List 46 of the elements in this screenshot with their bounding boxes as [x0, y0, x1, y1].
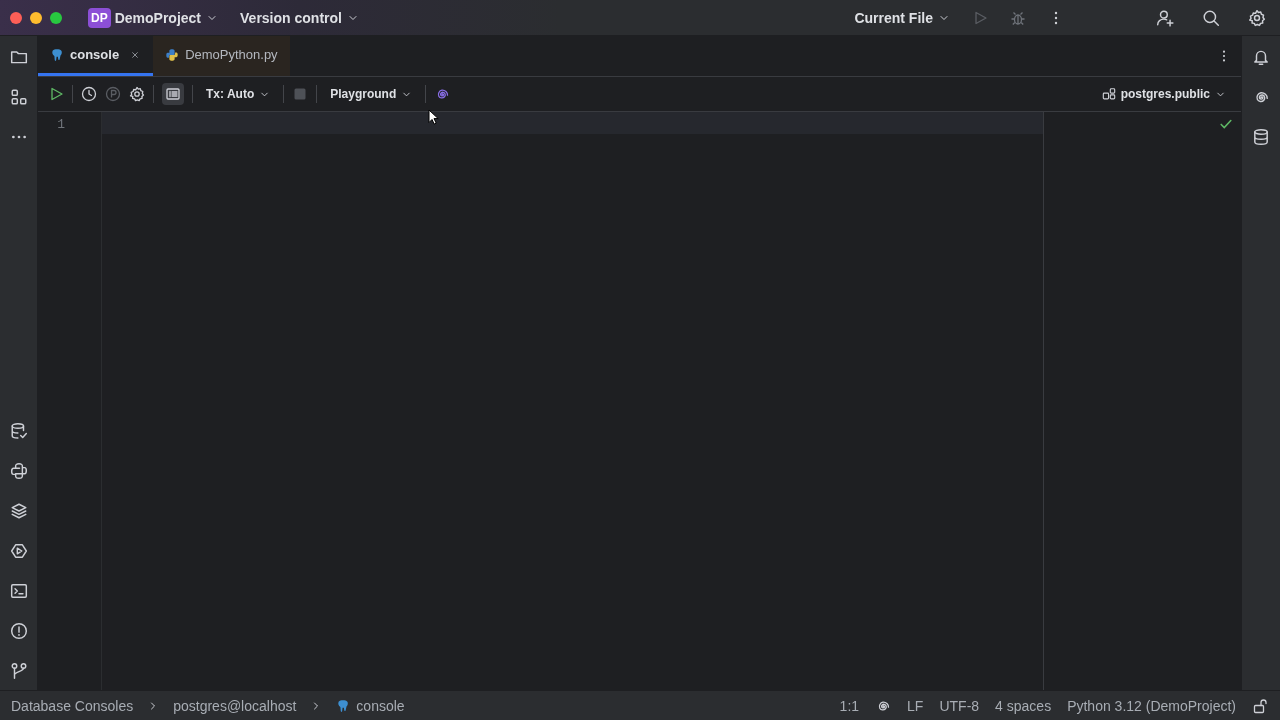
- layers-icon[interactable]: [9, 502, 28, 520]
- project-folder-icon[interactable]: [9, 48, 28, 66]
- pin-icon[interactable]: [105, 86, 121, 102]
- breadcrumb[interactable]: postgres@localhost: [173, 697, 297, 714]
- close-window-button[interactable]: [10, 11, 22, 24]
- python-icon: [165, 47, 180, 62]
- line-number: 1: [56, 117, 65, 132]
- git-branch-icon[interactable]: [9, 662, 28, 680]
- run-config-dropdown[interactable]: Current File: [848, 5, 956, 30]
- python-icon[interactable]: [9, 462, 28, 480]
- add-user-icon[interactable]: [1156, 8, 1174, 27]
- elephant-icon: [336, 698, 351, 713]
- schema-icon: [1101, 87, 1116, 101]
- services-icon[interactable]: [9, 542, 28, 560]
- database-icon[interactable]: [1252, 128, 1270, 146]
- editor-tab[interactable]: DemoPython.py: [153, 36, 290, 76]
- settings-icon[interactable]: [129, 86, 145, 102]
- project-badge: DP: [88, 7, 111, 28]
- elephant-icon: [50, 47, 64, 62]
- minimize-window-button[interactable]: [30, 11, 42, 24]
- database-check-icon[interactable]: [9, 422, 28, 440]
- panel-icon: [165, 86, 181, 102]
- breadcrumb[interactable]: console: [356, 697, 405, 714]
- breadcrumb[interactable]: Database Consoles: [11, 697, 134, 714]
- run-icon[interactable]: [48, 86, 64, 102]
- problems-icon[interactable]: [9, 622, 28, 640]
- project-dropdown[interactable]: DemoProject: [108, 5, 225, 30]
- bug-icon[interactable]: [1010, 9, 1026, 26]
- output-panel-toggle[interactable]: [162, 83, 184, 105]
- file-encoding[interactable]: UTF-8: [939, 697, 980, 714]
- line-ending[interactable]: LF: [907, 697, 924, 714]
- indent-setting[interactable]: 4 spaces: [995, 697, 1052, 714]
- python-interpreter[interactable]: Python 3.12 (DemoProject): [1067, 697, 1236, 714]
- caret-position[interactable]: 1:1: [839, 697, 860, 714]
- structure-icon[interactable]: [9, 88, 28, 106]
- schema-dropdown[interactable]: postgres.public: [1096, 84, 1231, 104]
- vcs-dropdown[interactable]: Version control: [234, 5, 365, 30]
- lock-icon[interactable]: [1252, 697, 1268, 714]
- playground-dropdown[interactable]: Playground: [325, 84, 418, 104]
- transaction-mode-dropdown[interactable]: Tx: Auto: [201, 84, 276, 104]
- search-icon[interactable]: [1202, 8, 1220, 27]
- notifications-icon[interactable]: [1252, 48, 1270, 66]
- maximize-window-button[interactable]: [50, 11, 62, 24]
- terminal-icon[interactable]: [9, 582, 28, 600]
- history-icon[interactable]: [81, 86, 97, 102]
- settings-icon[interactable]: [1248, 8, 1266, 27]
